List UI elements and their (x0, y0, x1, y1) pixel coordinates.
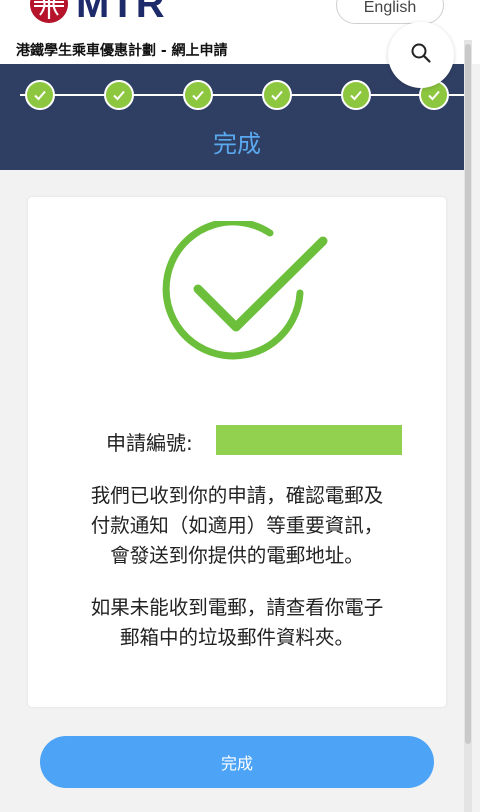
reference-row: 申請編號: (28, 425, 446, 455)
step-5-check-icon (341, 80, 371, 110)
search-button[interactable] (388, 22, 454, 88)
spam-folder-note: 如果未能收到電郵，請查看你電子 郵箱中的垃圾郵件資料夾。 (28, 593, 446, 653)
confirmation-card: 申請編號: 我們已收到你的申請，確認電郵及 付款通知（如適用）等重要資訊， 會發… (28, 197, 446, 707)
done-button[interactable]: 完成 (40, 736, 434, 788)
confirmation-message: 我們已收到你的申請，確認電郵及 付款通知（如適用）等重要資訊， 會發送到你提供的… (28, 481, 446, 571)
message-line: 付款通知（如適用）等重要資訊， (90, 514, 384, 537)
step-1-check-icon (25, 80, 55, 110)
mtr-emblem-icon (30, 0, 68, 23)
step-2-check-icon (104, 80, 134, 110)
step-connector-line (20, 94, 464, 96)
step-progress: 完成 (0, 64, 464, 170)
brand-name: MTR (76, 0, 166, 26)
step-4-check-icon (262, 80, 292, 110)
message-line: 我們已收到你的申請，確認電郵及 (90, 484, 384, 507)
language-button[interactable]: English (336, 0, 444, 24)
page-title: 港鐵學生乘車優惠計劃 - 網上申請 (16, 43, 228, 59)
message-line: 如果未能收到電郵，請查看你電子 (90, 596, 384, 619)
success-check-icon (158, 218, 328, 375)
search-icon (410, 42, 432, 68)
mtr-logo[interactable]: MTR (30, 0, 166, 26)
message-line: 會發送到你提供的電郵地址。 (110, 544, 364, 567)
reference-number-redacted (216, 425, 402, 455)
current-step-label: 完成 (213, 130, 261, 158)
step-3-check-icon (183, 80, 213, 110)
message-line: 郵箱中的垃圾郵件資料夾。 (119, 626, 354, 649)
reference-label: 申請編號: (106, 431, 193, 455)
